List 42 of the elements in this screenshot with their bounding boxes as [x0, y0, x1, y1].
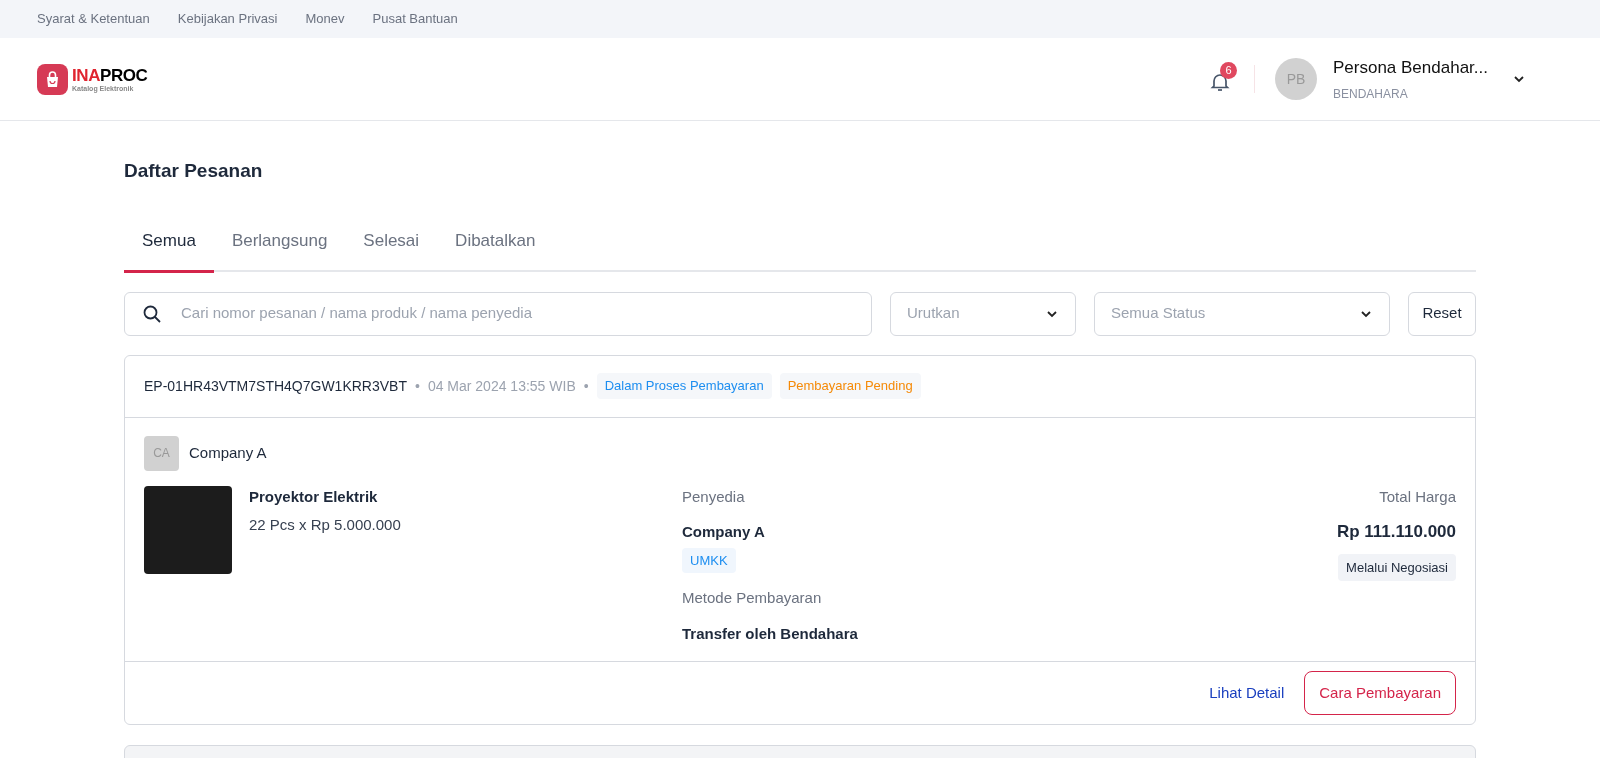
company-avatar: CA: [144, 435, 179, 471]
order-number: EP-01HR43VTM7STH4Q7GW1KRR3VBT: [144, 376, 407, 396]
supplier-name: Company A: [682, 522, 765, 542]
footer-link[interactable]: Monev: [305, 9, 345, 29]
footer-link[interactable]: Kebijakan Privasi: [177, 9, 278, 29]
notification-badge: 6: [1220, 62, 1237, 79]
supplier-label: Penyedia: [682, 486, 745, 507]
status-tag: Pembayaran Pending: [779, 373, 921, 399]
negotiation-tag: Melalui Negosiasi: [1338, 553, 1456, 581]
dropdown[interactable]: Urutkan: [890, 291, 1076, 336]
footer-link[interactable]: Syarat & Ketentuan: [37, 9, 150, 29]
supplier-tag: UMKK: [682, 547, 736, 573]
tab[interactable]: Selesai: [345, 223, 438, 273]
tab[interactable]: Berlangsung: [213, 223, 346, 273]
tab[interactable]: Semua: [124, 223, 214, 273]
payment-guide-button[interactable]: Cara Pembayaran: [1304, 671, 1456, 715]
footer-link[interactable]: Pusat Bantuan: [372, 9, 458, 29]
status-tag: Dalam Proses Pembayaran: [596, 373, 772, 399]
product-name: Proyektor Elektrik: [249, 486, 379, 507]
separator-dot: •: [414, 376, 420, 396]
dropdown[interactable]: Semua Status: [1094, 291, 1390, 336]
brand-name: PROC: [100, 66, 148, 84]
order-date: 04 Mar 2024 13:55 WIB: [427, 376, 576, 396]
user-role: BENDAHARA: [1333, 85, 1409, 103]
user-name: Persona Bendahar...: [1333, 57, 1488, 80]
user-avatar: PB: [1275, 58, 1317, 100]
bell-icon: [1210, 72, 1230, 92]
payment-method-label: Metode Pembayaran: [682, 588, 822, 608]
brand-name-accent: INA: [72, 66, 100, 84]
reset-button[interactable]: Reset: [1408, 291, 1476, 336]
shopping-bag-logo-icon: [37, 63, 68, 95]
payment-method: Transfer oleh Bendahara: [682, 623, 858, 644]
total-label: Total Harga: [1379, 486, 1456, 507]
detail-link[interactable]: Lihat Detail: [1209, 681, 1285, 705]
page-title: Daftar Pesanan: [124, 159, 264, 183]
company-name: Company A: [189, 442, 267, 463]
separator-dot: •: [583, 376, 589, 396]
search-field[interactable]: Cari nomor pesanan / nama produk / nama penyedia: [124, 291, 872, 336]
total-price: Rp 111.110.000: [1336, 521, 1456, 543]
tab[interactable]: Dibatalkan: [437, 223, 554, 273]
product-quantity-price: 22 Pcs x Rp 5.000.000: [249, 515, 402, 535]
search-icon: [142, 303, 162, 324]
